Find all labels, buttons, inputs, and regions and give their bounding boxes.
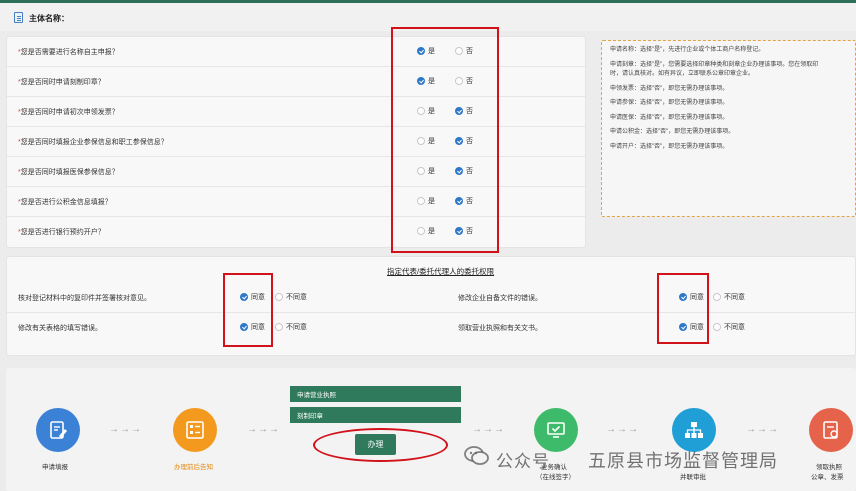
highlight-box-agree-left [223,273,273,347]
authorization-label: 修改有关表格的填写错误。 [18,325,102,332]
question-label: *您是否同时填报医保参保信息？ [18,169,119,176]
apply-license-button[interactable]: 申请营业执照 [290,386,461,402]
note-line: 申请参保：选择"否"，即您无需办理该事项。 [610,100,729,106]
note-line: 申请医保：选择"否"，即您无需办理该事项。 [610,114,729,121]
edit-document-icon [50,421,67,439]
option-disagree[interactable]: 不同意 [275,322,307,332]
step-sublabel: （在线签字） [536,474,575,481]
step-collect[interactable] [809,408,853,452]
question-label: *您是否同时申请刻制印章？ [18,79,105,86]
authorization-title: 指定代表/委托代理人的委托权限 [387,267,495,276]
step-approval[interactable] [672,408,716,452]
note-line: 申请开户：选择"否"，即您无需办理该事项。 [610,143,729,150]
question-label: *您是否进行银行预约开户？ [18,229,105,236]
authorization-label: 核对登记材料中的复印件并签署核对意见。 [18,295,151,302]
org-chart-icon [685,422,703,438]
radio-button[interactable] [713,323,721,331]
step-sublabel: 公章、发票 [811,474,844,481]
flow-arrow: →→→ [472,424,505,435]
flow-arrow: →→→ [109,424,142,435]
highlight-ellipse [313,428,448,462]
question-label: *您是否进行公积金信息填报？ [18,199,112,206]
watermark-account: 公众号 [496,452,550,471]
authorization-row: 核对登记材料中的复印件并签署核对意见。 同意 不同意 修改企业自备文件的错误。 … [7,283,855,313]
note-line: 申请刻章：选择"是"，您需要选择印章种类和刻章企业办理该事项。您在领取印 [610,61,819,68]
authorization-row: 修改有关表格的填写错误。 同意 不同意 领取营业执照和有关文书。 同意 不同意 [7,313,855,343]
note-line: 申请公积金：选择"否"，即您无需办理该事项。 [610,129,735,135]
authorization-panel: 指定代表/委托代理人的委托权限 核对登记材料中的复印件并签署核对意见。 同意 不… [6,256,856,356]
option-disagree[interactable]: 不同意 [275,292,307,302]
authorization-label: 修改企业自备文件的错误。 [458,295,542,302]
watermark-org: 五原县市场监督管理局 [588,451,778,471]
question-label: *您是否同时申请初次申领发票？ [18,109,119,116]
step-confirm[interactable] [534,408,578,452]
service-options-panel: *您是否需要进行名称自主申报？ 是 否 *您是否同时申请刻制印章？ 是 否 *您… [6,36,586,248]
flow-arrow: →→→ [606,424,639,435]
certificate-icon [823,421,838,439]
question-label: *您是否需要进行名称自主申报？ [18,49,119,56]
option-disagree[interactable]: 不同意 [713,322,745,332]
entity-name-title: 主体名称： [29,14,69,23]
instructions-panel: 申请名称：选择"是"，先进行企业或个体工商户名称登记。 申请刻章：选择"是"，您… [601,40,856,217]
radio-button[interactable] [713,293,721,301]
radio-button[interactable] [275,323,283,331]
seal-engraving-button[interactable]: 刻制印章 [290,407,461,423]
note-line: 申领发票：选择"否"，即您无需办理该事项。 [610,85,729,92]
highlight-box-agree-right [657,273,709,344]
question-label: *您是否同时填报企业参保信息和职工参保信息？ [18,139,168,146]
note-line: 时，请认真核对。如有异议，立即联系公章印章企业。 [610,71,755,77]
radio-button[interactable] [275,293,283,301]
note-line: 申请名称：选择"是"，先进行企业或个体工商户名称登记。 [610,47,765,53]
list-check-icon [186,421,204,439]
authorization-label: 领取营业执照和有关文书。 [458,325,542,332]
wechat-icon [464,446,489,465]
step-label: 申请填报 [42,464,68,471]
step-label: 办理前后告知 [174,464,213,471]
option-disagree[interactable]: 不同意 [713,292,745,302]
monitor-check-icon [547,422,565,438]
flow-arrow: →→→ [247,424,280,435]
flow-arrow: →→→ [746,424,779,435]
step-label: 领取执照 [816,464,842,471]
step-notice[interactable] [173,408,217,452]
document-icon [14,12,23,23]
highlight-box-options [391,27,499,253]
step-apply[interactable] [36,408,80,452]
